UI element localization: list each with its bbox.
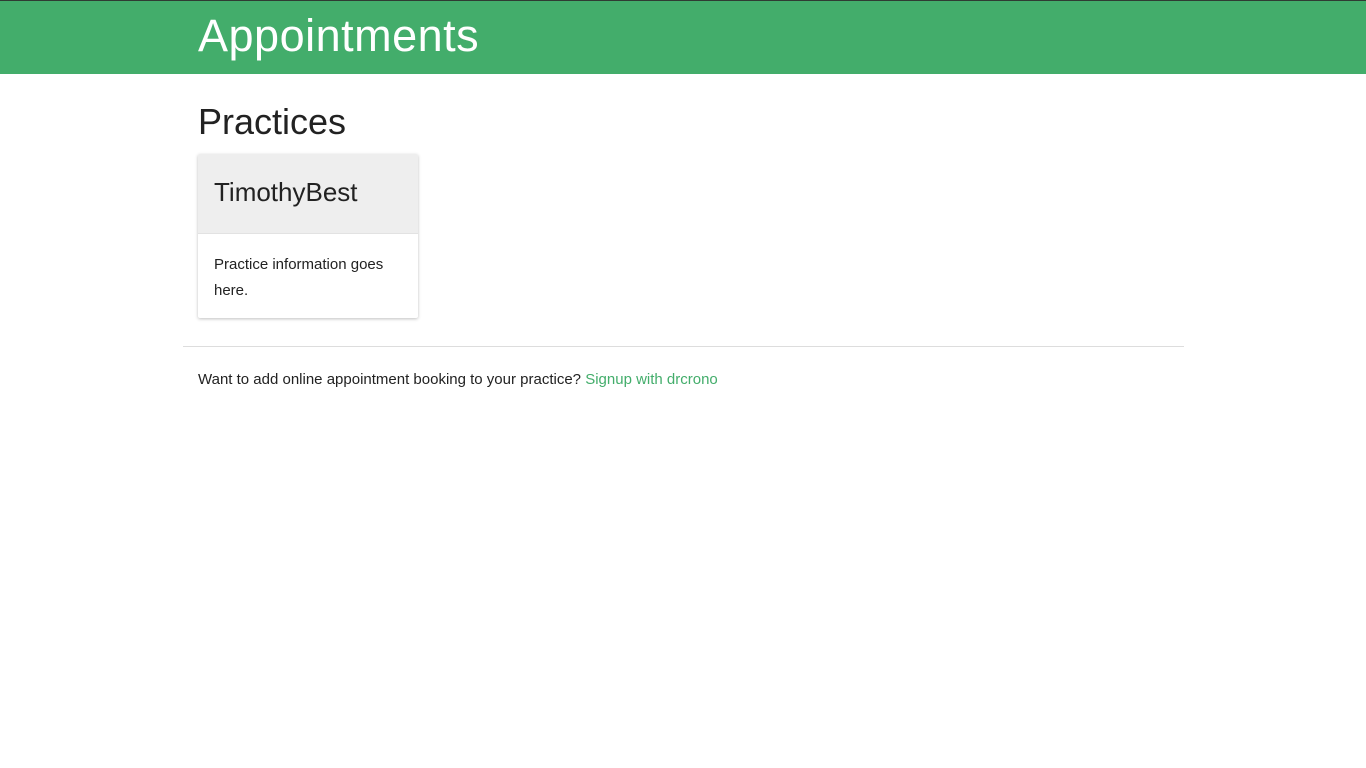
practice-card[interactable]: TimothyBest Practice information goes he… [198,154,418,318]
footer-prompt-text: Want to add online appointment booking t… [198,371,582,388]
practice-name[interactable]: TimothyBest [214,176,358,208]
footer-divider [183,346,1184,347]
app-header: Appointments [0,0,1366,74]
page-title: Practices [198,101,347,142]
practice-card-header: TimothyBest [198,154,418,234]
footer-signup-prompt: Want to add online appointment booking t… [198,369,718,391]
practice-description: Practice information goes here. [214,256,384,299]
signup-link[interactable]: Signup with drcrono [585,371,718,388]
app-title: Appointments [198,10,480,61]
